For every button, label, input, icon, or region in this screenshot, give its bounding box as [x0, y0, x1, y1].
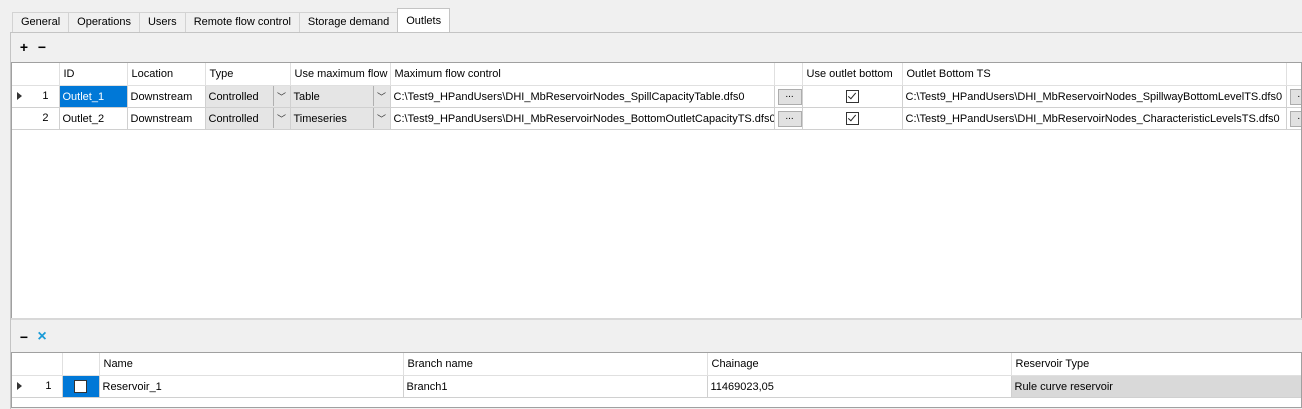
column-header-branch-name[interactable]: Branch name — [403, 353, 707, 376]
use-outlet-bottom-checkbox[interactable] — [846, 90, 859, 103]
cell-use-outlet-bottom — [802, 86, 902, 108]
splitter[interactable] — [11, 318, 1302, 320]
column-header-location[interactable]: Location — [127, 63, 205, 86]
row-header[interactable]: 2 — [12, 108, 59, 130]
cell-select — [62, 376, 99, 398]
type-value: Controlled — [209, 113, 259, 125]
reservoir-toolbar: − × — [14, 326, 50, 348]
tab-bar: General Operations Users Remote flow con… — [0, 0, 1302, 33]
tab-users[interactable]: Users — [139, 12, 186, 32]
column-header-outlet-bottom-ts[interactable]: Outlet Bottom TS — [902, 63, 1286, 86]
tab-remote-flow-control[interactable]: Remote flow control — [185, 12, 300, 32]
reservoir-grid: Name Branch name Chainage Reservoir Type… — [11, 352, 1302, 408]
column-header-reservoir-type[interactable]: Reservoir Type — [1011, 353, 1302, 376]
browse-button-2[interactable]: ... — [1290, 111, 1302, 127]
remove-outlet-button[interactable]: − — [34, 39, 50, 55]
cell-browse-2: ... — [1286, 108, 1302, 130]
cell-max-flow-control[interactable]: C:\Test9_HPandUsers\DHI_MbReservoirNodes… — [390, 108, 774, 130]
column-header-browse[interactable] — [774, 63, 802, 86]
cell-outlet-bottom-ts[interactable]: C:\Test9_HPandUsers\DHI_MbReservoirNodes… — [902, 108, 1286, 130]
use-max-flow-value: Timeseries — [294, 113, 347, 125]
column-header-select[interactable] — [62, 353, 99, 376]
chevron-down-icon[interactable]: ﹀ — [373, 108, 390, 128]
column-header-chainage[interactable]: Chainage — [707, 353, 1011, 376]
row-header[interactable]: 1 — [12, 86, 59, 108]
tab-general[interactable]: General — [12, 12, 69, 32]
column-header-type[interactable]: Type — [205, 63, 290, 86]
remove-reservoir-button[interactable]: − — [16, 329, 32, 345]
table-row[interactable]: 1 Outlet_1 Downstream Controlled ﹀ Table ﹀… — [12, 86, 1302, 108]
tab-outlets[interactable]: Outlets — [397, 8, 450, 32]
use-outlet-bottom-checkbox[interactable] — [846, 112, 859, 125]
row-header-corner — [12, 353, 62, 376]
chevron-down-icon[interactable]: ﹀ — [373, 86, 390, 106]
cell-browse: ... — [774, 86, 802, 108]
row-number: 1 — [45, 380, 51, 392]
table-row[interactable]: 1 Reservoir_1 Branch1 11469023,05 Rule c… — [12, 376, 1302, 398]
tab-storage-demand[interactable]: Storage demand — [299, 12, 398, 32]
column-header-use-maximum-flow[interactable]: Use maximum flow — [290, 63, 390, 86]
close-icon[interactable]: × — [34, 329, 50, 345]
current-row-arrow-icon — [17, 92, 22, 100]
outlets-header-row: ID Location Type Use maximum flow Maximu… — [12, 63, 1302, 86]
type-combobox[interactable]: Controlled ﹀ — [205, 86, 290, 108]
table-row[interactable]: 2 Outlet_2 Downstream Controlled ﹀ Timese… — [12, 108, 1302, 130]
row-header-corner — [12, 63, 59, 86]
type-value: Controlled — [209, 91, 259, 103]
row-number: 1 — [42, 90, 48, 102]
column-header-maximum-flow-control[interactable]: Maximum flow control — [390, 63, 774, 86]
cell-location[interactable]: Downstream — [127, 86, 205, 108]
column-header-id[interactable]: ID — [59, 63, 127, 86]
column-header-browse-2[interactable] — [1286, 63, 1302, 86]
reservoir-header-row: Name Branch name Chainage Reservoir Type — [12, 353, 1302, 376]
chevron-down-icon[interactable]: ﹀ — [273, 86, 290, 106]
row-number: 2 — [42, 112, 48, 124]
column-header-name[interactable]: Name — [99, 353, 403, 376]
outlets-grid: ID Location Type Use maximum flow Maximu… — [11, 62, 1302, 319]
cell-name[interactable]: Reservoir_1 — [99, 376, 403, 398]
cell-branch-name[interactable]: Branch1 — [403, 376, 707, 398]
cell-max-flow-control[interactable]: C:\Test9_HPandUsers\DHI_MbReservoirNodes… — [390, 86, 774, 108]
cell-browse-2: ... — [1286, 86, 1302, 108]
reservoir-type-value: Rule curve reservoir — [1015, 381, 1113, 393]
cell-browse: ... — [774, 108, 802, 130]
type-combobox[interactable]: Controlled ﹀ — [205, 108, 290, 130]
cell-location[interactable]: Downstream — [127, 108, 205, 130]
row-header[interactable]: 1 — [12, 376, 62, 398]
cell-id[interactable]: Outlet_2 — [59, 108, 127, 130]
browse-button[interactable]: ... — [778, 111, 802, 127]
tab-operations[interactable]: Operations — [68, 12, 140, 32]
add-outlet-button[interactable]: + — [16, 39, 32, 55]
browse-button[interactable]: ... — [778, 89, 802, 105]
browse-button-2[interactable]: ... — [1290, 89, 1302, 105]
reservoir-type-combobox[interactable]: Rule curve reservoir — [1011, 376, 1302, 398]
chevron-down-icon[interactable]: ﹀ — [273, 108, 290, 128]
column-header-use-outlet-bottom[interactable]: Use outlet bottom — [802, 63, 902, 86]
current-row-arrow-icon — [17, 382, 22, 390]
cell-chainage[interactable]: 11469023,05 — [707, 376, 1011, 398]
cell-use-outlet-bottom — [802, 108, 902, 130]
reservoir-checkbox[interactable] — [74, 380, 87, 393]
use-max-flow-combobox[interactable]: Timeseries ﹀ — [290, 108, 390, 130]
cell-id[interactable]: Outlet_1 — [59, 86, 127, 108]
use-max-flow-value: Table — [294, 91, 320, 103]
use-max-flow-combobox[interactable]: Table ﹀ — [290, 86, 390, 108]
cell-outlet-bottom-ts[interactable]: C:\Test9_HPandUsers\DHI_MbReservoirNodes… — [902, 86, 1286, 108]
outlets-toolbar: + − — [14, 36, 50, 58]
